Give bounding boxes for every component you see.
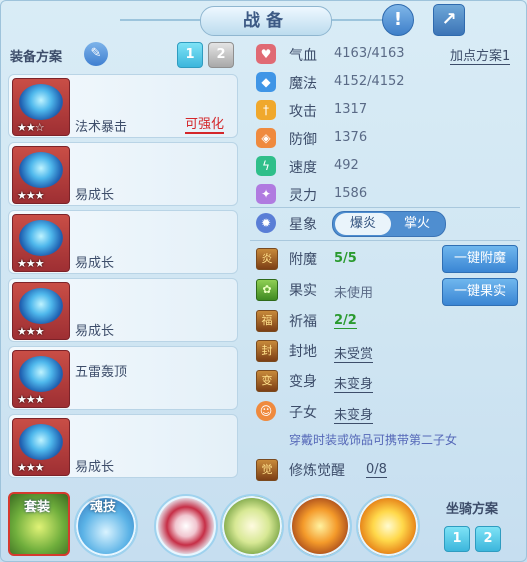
equip-trait: 法术暴击 xyxy=(75,120,128,135)
shield-icon: ◈ xyxy=(256,128,276,148)
children-label: 子女 xyxy=(289,405,317,421)
equip-trait: 五雷轰顶 xyxy=(75,365,128,380)
stars-rating: ★★★ xyxy=(17,257,45,270)
stat-label-defense: 防御 xyxy=(289,132,317,148)
equip-slot-6[interactable]: ★★★ 易成长 xyxy=(8,414,238,478)
edit-icon[interactable]: ✎ xyxy=(84,42,108,66)
divider xyxy=(250,240,520,241)
equipment-icon: ★★☆ xyxy=(12,78,70,136)
equip-trait: 易成长 xyxy=(75,460,115,475)
lightning-icon: ϟ xyxy=(256,156,276,176)
stat-label-speed: 速度 xyxy=(289,160,317,176)
awaken-value[interactable]: 0/8 xyxy=(366,462,387,478)
enchant-icon: 炎 xyxy=(256,248,278,270)
mount-plan-label: 坐骑方案 xyxy=(446,502,499,517)
star-sign-option-palm-fire[interactable]: 掌火 xyxy=(391,213,443,235)
fruit-value: 未使用 xyxy=(334,286,374,301)
equipment-icon: ★★★ xyxy=(12,350,70,408)
equip-slot-3[interactable]: ★★★ 易成长 xyxy=(8,210,238,274)
star-sign-icon: ✹ xyxy=(256,213,276,233)
share-icon[interactable]: ↗ xyxy=(433,4,465,36)
upgrade-available-link[interactable]: 可强化 xyxy=(185,113,225,134)
second-child-hint: 穿戴时装或饰品可携带第二子女 xyxy=(289,433,458,447)
children-value[interactable]: 未变身 xyxy=(334,404,374,424)
stat-value-attack: 1317 xyxy=(334,102,368,117)
stat-value-defense: 1376 xyxy=(334,130,368,145)
equip-slot-2[interactable]: ★★★ 易成长 xyxy=(8,142,238,206)
stat-value-hp: 4163/4163 xyxy=(334,46,405,61)
stat-label-mp: 魔法 xyxy=(289,76,317,92)
blessing-icon: 福 xyxy=(256,310,278,332)
transform-value[interactable]: 未变身 xyxy=(334,373,374,393)
suit-label: 套装 xyxy=(24,500,51,515)
stat-value-mp: 4152/4152 xyxy=(334,74,405,89)
heart-icon: ♥ xyxy=(256,44,276,64)
fief-label: 封地 xyxy=(289,344,317,360)
skill-icon[interactable] xyxy=(356,494,420,558)
title-ornament-left xyxy=(120,19,200,21)
stars-rating: ★★★ xyxy=(17,189,45,202)
transform-label: 变身 xyxy=(289,374,317,390)
stat-label-spirit: 灵力 xyxy=(289,188,317,204)
star-sign-label: 星象 xyxy=(289,217,317,233)
equipment-icon: ★★★ xyxy=(12,282,70,340)
page-title: 战备 xyxy=(200,6,332,36)
mount-plan-tab-1[interactable]: 1 xyxy=(444,526,470,552)
fruit-icon: ✿ xyxy=(256,279,278,301)
awaken-label: 修炼觉醒 xyxy=(289,463,345,479)
equip-plan-tab-2[interactable]: 2 xyxy=(208,42,234,68)
skill-icon[interactable] xyxy=(288,494,352,558)
equipment-icon: ★★★ xyxy=(12,146,70,204)
skill-icon[interactable] xyxy=(154,494,218,558)
mount-plan-tab-2[interactable]: 2 xyxy=(475,526,501,552)
bottom-bar: 套装 魂技 坐骑方案 1 2 xyxy=(0,486,527,562)
stat-value-speed: 492 xyxy=(334,158,359,173)
stars-rating: ★★★ xyxy=(17,393,45,406)
stars-rating: ★★★ xyxy=(17,325,45,338)
fief-icon: 封 xyxy=(256,340,278,362)
sword-icon: † xyxy=(256,100,276,120)
stat-value-spirit: 1586 xyxy=(334,186,368,201)
stat-label-hp: 气血 xyxy=(289,48,317,64)
divider xyxy=(250,207,520,208)
diamond-icon: ◆ xyxy=(256,72,276,92)
equip-trait: 易成长 xyxy=(75,188,115,203)
blessing-value[interactable]: 2/2 xyxy=(334,313,357,329)
skill-icon[interactable] xyxy=(220,494,284,558)
star-sign-toggle[interactable]: 爆炎 掌火 xyxy=(332,211,446,237)
one-click-enchant-button[interactable]: 一键附魔 xyxy=(442,245,518,273)
blessing-label: 祈福 xyxy=(289,314,317,330)
equip-slot-4[interactable]: ★★★ 易成长 xyxy=(8,278,238,342)
equip-trait: 易成长 xyxy=(75,324,115,339)
awaken-icon: 觉 xyxy=(256,459,278,481)
equip-plan-tab-1[interactable]: 1 xyxy=(177,42,203,68)
fruit-label: 果实 xyxy=(289,283,317,299)
star-sign-option-explosive[interactable]: 爆炎 xyxy=(335,213,391,235)
equipment-icon: ★★★ xyxy=(12,214,70,272)
children-icon: ☺ xyxy=(256,401,276,421)
one-click-fruit-button[interactable]: 一键果实 xyxy=(442,278,518,306)
equip-trait: 易成长 xyxy=(75,256,115,271)
exclamation-icon[interactable]: ! xyxy=(382,4,414,36)
enchant-value: 5/5 xyxy=(334,251,357,266)
equip-slot-5[interactable]: ★★★ 五雷轰顶 xyxy=(8,346,238,410)
fief-value[interactable]: 未受赏 xyxy=(334,343,374,363)
stat-label-attack: 攻击 xyxy=(289,104,317,120)
equip-slot-1[interactable]: ★★☆ 法术暴击 可强化 xyxy=(8,74,238,138)
transform-icon: 变 xyxy=(256,370,278,392)
stars-rating: ★★★ xyxy=(17,461,45,474)
title-ornament-right xyxy=(330,19,390,21)
add-point-plan-link[interactable]: 加点方案1 xyxy=(450,45,511,65)
spirit-icon: ✦ xyxy=(256,184,276,204)
enchant-label: 附魔 xyxy=(289,252,317,268)
soul-skill-label: 魂技 xyxy=(90,500,117,515)
equip-plan-label: 装备方案 xyxy=(10,50,63,65)
equipment-icon: ★★★ xyxy=(12,418,70,476)
stars-rating: ★★☆ xyxy=(17,121,45,134)
